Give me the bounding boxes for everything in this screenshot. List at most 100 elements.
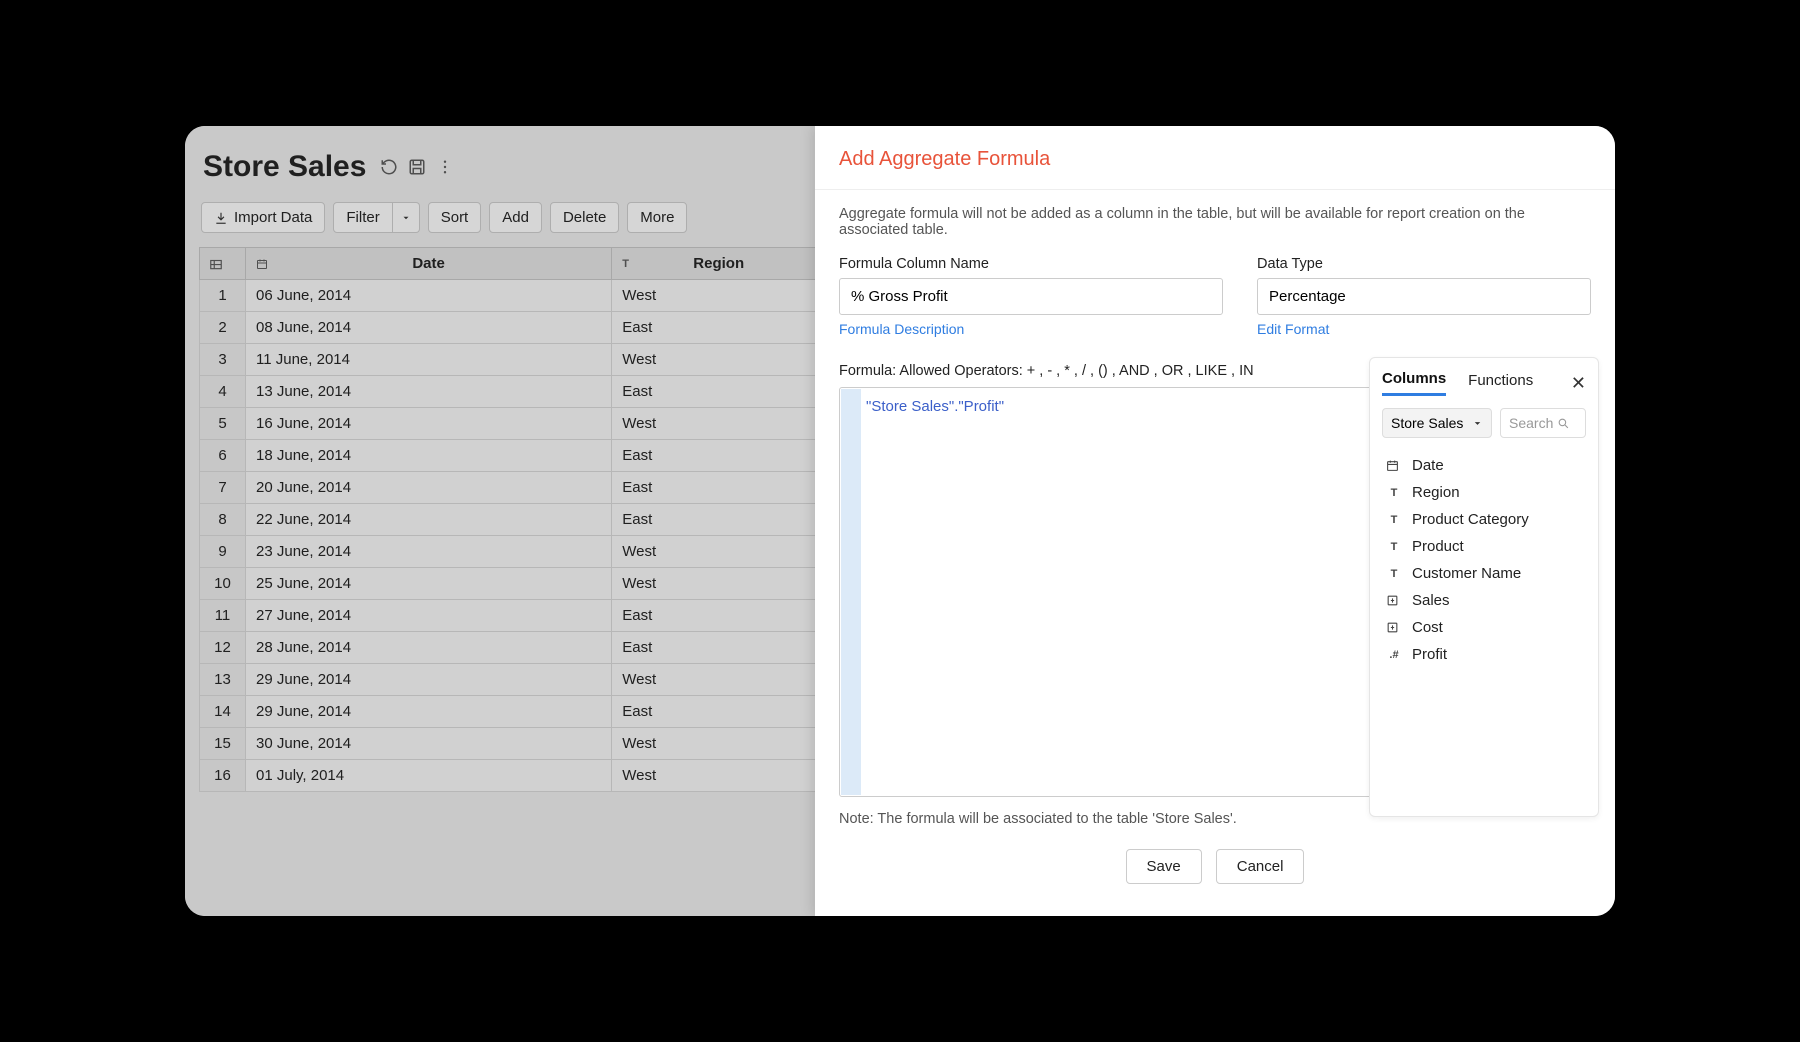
table-cell[interactable]: 28 June, 2014	[246, 632, 612, 664]
column-list-item[interactable]: Sales	[1382, 587, 1586, 614]
column-name: Customer Name	[1412, 565, 1521, 582]
column-search-input[interactable]: Search	[1500, 408, 1586, 438]
table-cell[interactable]: 08 June, 2014	[246, 312, 612, 344]
edit-format-link[interactable]: Edit Format	[1257, 321, 1329, 337]
formula-gutter	[841, 389, 861, 795]
more-vertical-icon[interactable]	[436, 158, 454, 176]
column-list-item[interactable]: TProduct Category	[1382, 506, 1586, 533]
table-cell[interactable]: East	[612, 504, 826, 536]
panel-title: Add Aggregate Formula	[839, 148, 1591, 171]
row-number: 6	[200, 440, 246, 472]
table-cell[interactable]: 29 June, 2014	[246, 664, 612, 696]
page-title: Store Sales	[203, 150, 366, 184]
data-type-label: Data Type	[1257, 256, 1591, 272]
column-list-item[interactable]: Date	[1382, 452, 1586, 479]
table-cell[interactable]: 27 June, 2014	[246, 600, 612, 632]
table-cell[interactable]: East	[612, 600, 826, 632]
row-number: 15	[200, 728, 246, 760]
table-cell[interactable]: West	[612, 280, 826, 312]
column-name: Date	[1412, 457, 1444, 474]
corner-cell[interactable]	[200, 248, 246, 280]
row-number: 3	[200, 344, 246, 376]
row-number: 9	[200, 536, 246, 568]
column-name: Cost	[1412, 619, 1443, 636]
formula-description-link[interactable]: Formula Description	[839, 321, 964, 337]
save-button[interactable]: Save	[1126, 849, 1202, 884]
add-button[interactable]: Add	[489, 202, 542, 233]
formula-name-input[interactable]	[839, 278, 1223, 315]
refresh-icon[interactable]	[380, 158, 398, 176]
data-type-select[interactable]	[1257, 278, 1591, 315]
table-cell[interactable]: 11 June, 2014	[246, 344, 612, 376]
sort-button[interactable]: Sort	[428, 202, 482, 233]
table-cell[interactable]: East	[612, 696, 826, 728]
cancel-button[interactable]: Cancel	[1216, 849, 1305, 884]
more-button[interactable]: More	[627, 202, 687, 233]
panel-hint: Aggregate formula will not be added as a…	[839, 206, 1591, 238]
table-cell[interactable]: 06 June, 2014	[246, 280, 612, 312]
column-header[interactable]: Date	[246, 248, 612, 280]
column-name: Sales	[1412, 592, 1450, 609]
column-list-item[interactable]: T Region	[1382, 479, 1586, 506]
table-cell[interactable]: West	[612, 760, 826, 792]
table-cell[interactable]: 01 July, 2014	[246, 760, 612, 792]
delete-button[interactable]: Delete	[550, 202, 619, 233]
filter-button[interactable]: Filter	[333, 202, 392, 233]
save-icon[interactable]	[408, 158, 426, 176]
column-name: Product Category	[1412, 511, 1529, 528]
table-cell[interactable]: West	[612, 568, 826, 600]
import-data-button[interactable]: Import Data	[201, 202, 325, 233]
aggregate-formula-panel: Add Aggregate Formula Aggregate formula …	[815, 126, 1615, 916]
column-list-item[interactable]: TProduct	[1382, 533, 1586, 560]
tab-functions[interactable]: Functions	[1468, 372, 1533, 395]
table-cell[interactable]: East	[612, 472, 826, 504]
column-header[interactable]: TRegion	[612, 248, 826, 280]
row-number: 1	[200, 280, 246, 312]
column-type-icon: T	[1386, 541, 1402, 553]
search-icon	[1557, 417, 1570, 430]
table-cell[interactable]: West	[612, 728, 826, 760]
source-table-select[interactable]: Store Sales	[1382, 408, 1492, 438]
table-cell[interactable]: 25 June, 2014	[246, 568, 612, 600]
close-icon[interactable]: ✕	[1571, 373, 1586, 394]
row-number: 10	[200, 568, 246, 600]
table-cell[interactable]: 29 June, 2014	[246, 696, 612, 728]
table-cell[interactable]: East	[612, 312, 826, 344]
row-number: 16	[200, 760, 246, 792]
source-table-value: Store Sales	[1391, 415, 1463, 431]
column-type-icon: T	[1386, 487, 1402, 499]
table-cell[interactable]: 30 June, 2014	[246, 728, 612, 760]
import-label: Import Data	[234, 209, 312, 226]
table-cell[interactable]: East	[612, 440, 826, 472]
table-cell[interactable]: 23 June, 2014	[246, 536, 612, 568]
row-number: 4	[200, 376, 246, 408]
table-cell[interactable]: 22 June, 2014	[246, 504, 612, 536]
column-list-item[interactable]: TCustomer Name	[1382, 560, 1586, 587]
formula-name-label: Formula Column Name	[839, 256, 1223, 272]
column-type-icon: .#	[1386, 649, 1402, 661]
table-cell[interactable]: West	[612, 536, 826, 568]
table-cell[interactable]: 16 June, 2014	[246, 408, 612, 440]
column-list-item[interactable]: Cost	[1382, 614, 1586, 641]
row-number: 7	[200, 472, 246, 504]
table-cell[interactable]: West	[612, 664, 826, 696]
row-number: 8	[200, 504, 246, 536]
column-list-item[interactable]: .# Profit	[1382, 641, 1586, 668]
column-name: Profit	[1412, 646, 1447, 663]
row-number: 13	[200, 664, 246, 696]
table-cell[interactable]: West	[612, 408, 826, 440]
row-number: 5	[200, 408, 246, 440]
table-cell[interactable]: 13 June, 2014	[246, 376, 612, 408]
table-cell[interactable]: West	[612, 344, 826, 376]
columns-side-panel: Columns Functions ✕ Store Sales Search D…	[1369, 357, 1599, 817]
table-cell[interactable]: 20 June, 2014	[246, 472, 612, 504]
filter-dropdown-button[interactable]	[393, 202, 420, 233]
tab-columns[interactable]: Columns	[1382, 370, 1446, 396]
column-type-icon	[1386, 459, 1402, 472]
column-name: Region	[1412, 484, 1460, 501]
table-cell[interactable]: 18 June, 2014	[246, 440, 612, 472]
column-type-icon	[1386, 621, 1402, 634]
row-number: 12	[200, 632, 246, 664]
table-cell[interactable]: East	[612, 376, 826, 408]
table-cell[interactable]: East	[612, 632, 826, 664]
